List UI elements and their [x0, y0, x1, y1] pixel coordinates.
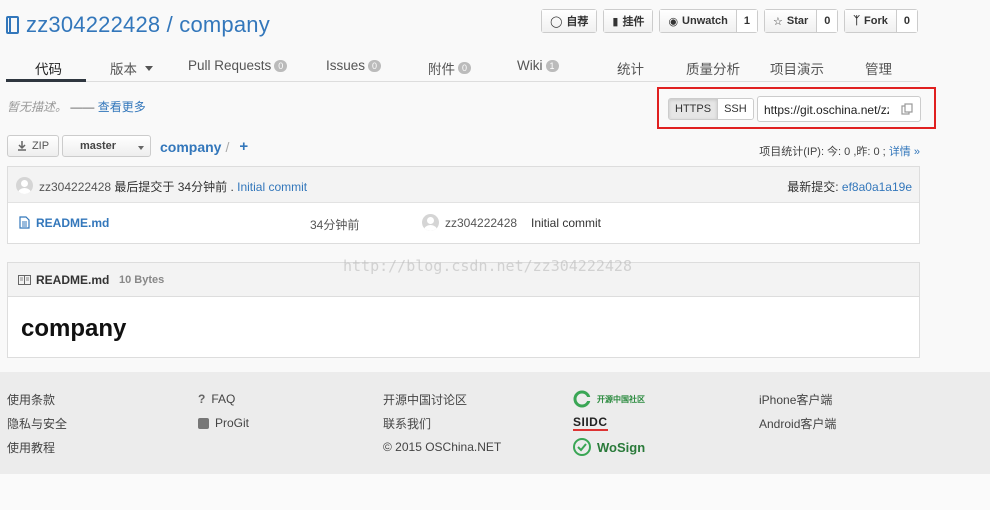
- download-icon: [17, 141, 26, 151]
- footer-col-apps: iPhone客户端 Android客户端: [759, 387, 836, 435]
- file-time: 34分钟前: [310, 218, 360, 232]
- breadcrumb: company / +: [160, 138, 249, 155]
- active-tab-indicator: [6, 79, 86, 82]
- footer-col-community: 开源中国讨论区 联系我们 © 2015 OSChina.NET: [383, 387, 501, 459]
- question-icon: ?: [198, 392, 206, 406]
- book-icon: [6, 16, 19, 34]
- star-count[interactable]: 0: [816, 10, 838, 32]
- chevron-down-icon: [145, 65, 153, 71]
- widget-button[interactable]: ▮ 挂件: [603, 9, 654, 33]
- siidc-logo[interactable]: SIIDC: [573, 411, 645, 435]
- watermark-text: http://blog.csdn.net/zz304222428: [343, 257, 632, 275]
- latest-commit-bar: zz304222428 最后提交于 34分钟前 . Initial commit…: [8, 167, 919, 203]
- stats-details-link[interactable]: 详情 »: [889, 146, 920, 158]
- bulb-icon: ◯: [550, 15, 563, 28]
- unwatch-button[interactable]: ◉ Unwatch 1: [659, 9, 759, 33]
- site-footer: 使用条款 隐私与安全 使用教程 ? FAQ ProGit 开源中国讨论区 联系我们…: [0, 372, 990, 474]
- bookmark-icon: ▮: [612, 15, 619, 28]
- copyright-text: © 2015 OSChina.NET: [383, 440, 502, 454]
- table-row[interactable]: README.md 34分钟前 zz304222428 Initial comm…: [8, 203, 919, 243]
- footer-link-iphone[interactable]: iPhone客户端: [759, 391, 832, 408]
- wosign-logo[interactable]: WoSign: [573, 435, 645, 459]
- repo-title-row: zz304222428 / company: [6, 10, 270, 40]
- repo-description: 暂无描述。 —— 查看更多: [7, 100, 146, 114]
- tab-attachments[interactable]: 附件 0: [428, 58, 472, 78]
- eye-icon: ◉: [668, 15, 679, 28]
- clone-url-input[interactable]: https://git.oschina.net/zz304222428/comp…: [757, 96, 921, 122]
- tab-quality[interactable]: 质量分析: [686, 58, 740, 78]
- view-more-link[interactable]: 查看更多: [98, 100, 146, 114]
- clone-url-text: https://git.oschina.net/zz304222428/comp…: [764, 103, 889, 117]
- file-icon: [19, 216, 30, 229]
- recommend-button[interactable]: ◯ 自荐: [541, 9, 598, 33]
- breadcrumb-repo-link[interactable]: company: [160, 139, 221, 155]
- attachments-count-badge: 0: [458, 62, 472, 74]
- commit-author[interactable]: zz304222428: [39, 180, 111, 194]
- add-file-button[interactable]: +: [239, 138, 248, 155]
- issues-count-badge: 0: [368, 59, 382, 72]
- readme-panel: README.md 10 Bytes company: [7, 262, 920, 358]
- tab-issues[interactable]: Issues 0: [326, 58, 382, 73]
- avatar: [16, 177, 33, 194]
- footer-link-privacy[interactable]: 隐私与安全: [7, 415, 67, 432]
- file-name-link[interactable]: README.md: [36, 216, 109, 230]
- readme-filename: README.md: [36, 273, 110, 287]
- star-button[interactable]: ☆ Star 0: [764, 9, 839, 33]
- pr-count-badge: 0: [274, 59, 288, 72]
- commit-message-link[interactable]: Initial commit: [237, 180, 307, 194]
- fork-count[interactable]: 0: [895, 10, 917, 32]
- footer-link-faq[interactable]: FAQ: [211, 392, 235, 406]
- ssh-button[interactable]: SSH: [717, 99, 753, 119]
- repo-actions: ◯ 自荐 ▮ 挂件 ◉ Unwatch 1 ☆ Star 0 ᛉ Fork 0: [541, 9, 918, 33]
- repo-title[interactable]: zz304222428 / company: [26, 12, 270, 38]
- tab-demo[interactable]: 项目演示: [770, 58, 824, 78]
- oschina-logo[interactable]: 开源中国社区: [573, 387, 645, 411]
- tab-code[interactable]: 代码: [35, 58, 62, 78]
- footer-link-progit[interactable]: ProGit: [215, 416, 249, 430]
- footer-link-contact[interactable]: 联系我们: [383, 415, 431, 432]
- https-button[interactable]: HTTPS: [669, 99, 718, 119]
- fork-button[interactable]: ᛉ Fork 0: [844, 9, 918, 33]
- copy-icon[interactable]: [901, 103, 913, 115]
- oschina-logo-icon: [573, 390, 591, 408]
- footer-link-terms[interactable]: 使用条款: [7, 391, 55, 408]
- tab-pull-requests[interactable]: Pull Requests 0: [188, 58, 288, 73]
- file-author[interactable]: zz304222428: [445, 216, 517, 230]
- readme-size: 10 Bytes: [119, 274, 165, 286]
- wosign-check-icon: [573, 438, 591, 456]
- page-bottom: [0, 474, 990, 510]
- footer-link-android[interactable]: Android客户端: [759, 415, 836, 432]
- clone-url-box: HTTPS SSH https://git.oschina.net/zz3042…: [657, 87, 936, 129]
- progit-icon: [198, 417, 209, 429]
- fork-icon: ᛉ: [853, 15, 861, 27]
- avatar: [422, 214, 439, 231]
- file-commit-message[interactable]: Initial commit: [531, 216, 601, 230]
- footer-link-tutorial[interactable]: 使用教程: [7, 439, 55, 456]
- download-zip-button[interactable]: ZIP: [7, 135, 59, 157]
- footer-col-partners: 开源中国社区 SIIDC WoSign: [573, 387, 645, 459]
- footer-col-terms: 使用条款 隐私与安全 使用教程: [7, 387, 67, 459]
- wiki-count-badge: 1: [545, 59, 559, 72]
- readme-heading: company: [21, 315, 127, 342]
- repo-tabs: 代码 版本 Pull Requests 0 Issues 0 附件 0 Wiki 1 统…: [6, 52, 920, 82]
- project-stats: 项目统计(IP): 今: 0 ,昨: 0 ; 详情 »: [759, 146, 920, 158]
- tab-statistics[interactable]: 统计: [617, 58, 644, 78]
- commit-hash-link[interactable]: ef8a0a1a19e: [842, 180, 912, 194]
- star-icon: ☆: [773, 15, 783, 28]
- footer-col-help: ? FAQ ProGit: [198, 387, 249, 435]
- book-open-icon: [18, 275, 31, 285]
- tab-admin[interactable]: 管理: [865, 58, 892, 78]
- protocol-switch: HTTPS SSH: [668, 98, 754, 120]
- footer-link-forum[interactable]: 开源中国讨论区: [383, 391, 467, 408]
- file-browser: zz304222428 最后提交于 34分钟前 . Initial commit…: [7, 166, 920, 244]
- chevron-down-icon: [138, 146, 144, 150]
- tab-versions[interactable]: 版本: [110, 58, 153, 78]
- branch-select[interactable]: master: [62, 135, 151, 157]
- watch-count[interactable]: 1: [735, 10, 758, 32]
- tab-wiki[interactable]: Wiki 1: [517, 58, 559, 73]
